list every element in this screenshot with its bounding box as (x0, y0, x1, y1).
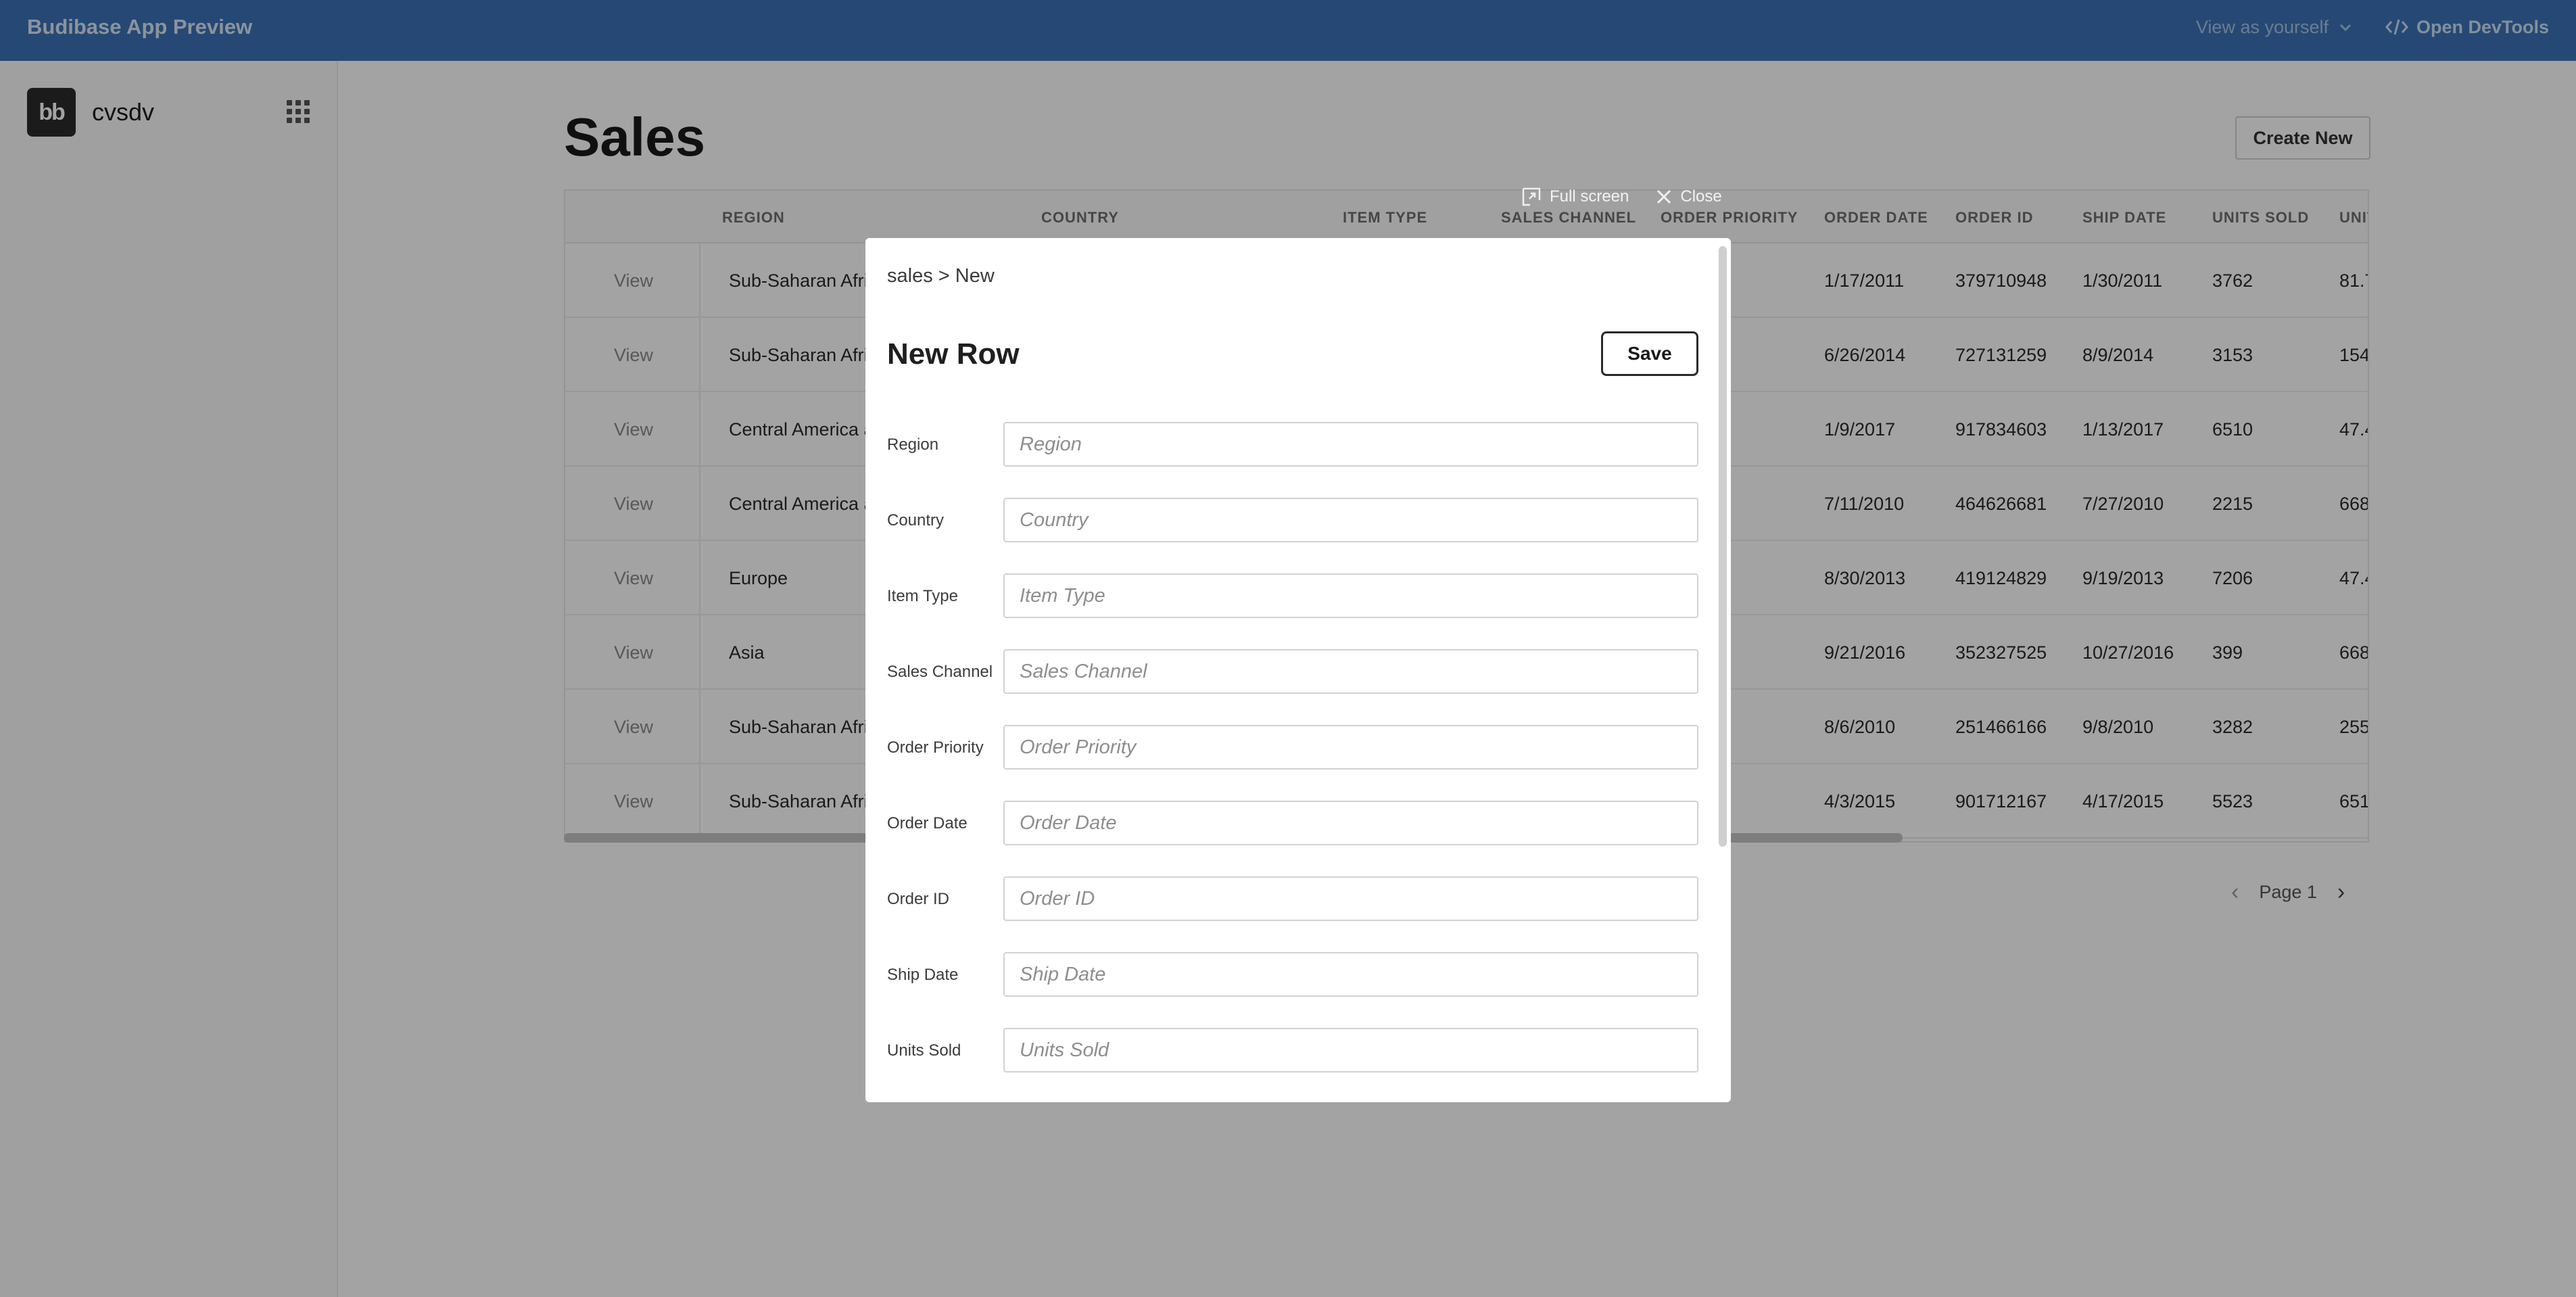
fullscreen-icon (1522, 187, 1541, 206)
order-date-label: Order Date (887, 814, 968, 832)
full-screen-label: Full screen (1550, 187, 1629, 206)
breadcrumb: sales > New (887, 265, 995, 287)
modal-actions: Full screen Close (1521, 187, 1722, 207)
modal-vertical-scrollbar[interactable] (1719, 246, 1727, 847)
sales-channel-input[interactable] (1003, 649, 1698, 694)
close-label: Close (1680, 187, 1722, 206)
sales-channel-label: Sales Channel (887, 663, 993, 681)
new-row-modal: sales > New New Row Save Region Country … (865, 238, 1731, 1102)
region-label: Region (887, 435, 939, 454)
full-screen-button[interactable]: Full screen (1521, 187, 1629, 207)
item-type-label: Item Type (887, 587, 958, 605)
ship-date-label: Ship Date (887, 966, 959, 984)
country-input[interactable] (1003, 498, 1698, 542)
country-label: Country (887, 511, 945, 529)
modal-heading: New Row (887, 337, 1020, 371)
close-icon (1657, 189, 1671, 204)
order-priority-label: Order Priority (887, 738, 984, 757)
close-button[interactable]: Close (1656, 187, 1722, 207)
order-date-input[interactable] (1003, 801, 1698, 845)
ship-date-input[interactable] (1003, 952, 1698, 997)
units-sold-label: Units Sold (887, 1041, 961, 1060)
order-priority-input[interactable] (1003, 725, 1698, 770)
order-id-label: Order ID (887, 890, 950, 908)
region-input[interactable] (1003, 422, 1698, 467)
save-button[interactable]: Save (1601, 331, 1698, 376)
units-sold-input[interactable] (1003, 1028, 1698, 1072)
order-id-input[interactable] (1003, 876, 1698, 921)
item-type-input[interactable] (1003, 573, 1698, 618)
